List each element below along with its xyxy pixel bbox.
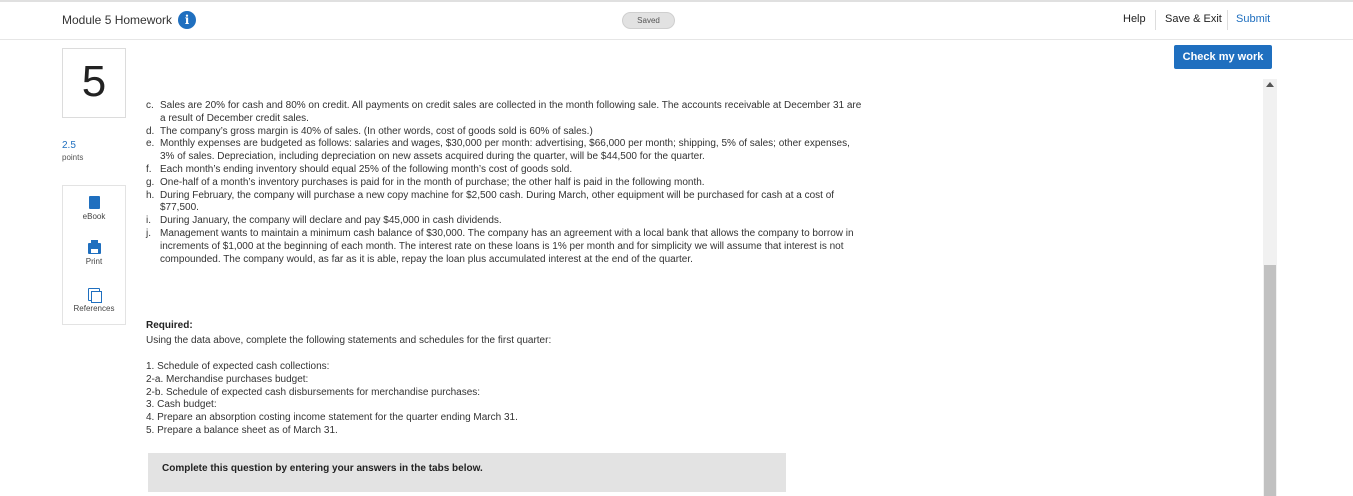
task-item: 3. Cash budget: <box>146 399 217 411</box>
task-item: 5. Prepare a balance sheet as of March 3… <box>146 424 338 436</box>
list-item: e. Monthly expenses are budgeted as follo… <box>146 138 866 164</box>
instruction-text: Complete this question by entering your … <box>162 463 483 474</box>
module-title: Module 5 Homework <box>62 13 173 27</box>
print-tool[interactable]: Print <box>63 240 125 266</box>
header-divider <box>1227 10 1228 30</box>
question-number: 5 <box>81 57 107 106</box>
submit-link[interactable]: Submit <box>1236 13 1270 25</box>
vertical-scrollbar[interactable] <box>1263 79 1277 496</box>
task-item: 2-b. Schedule of expected cash disbursem… <box>146 386 481 398</box>
info-icon[interactable]: i <box>178 11 196 29</box>
save-exit-link[interactable]: Save & Exit <box>1165 13 1222 25</box>
item-text: Management wants to maintain a minimum c… <box>160 227 854 265</box>
task-item: 4. Prepare an absorption costing income … <box>146 412 518 424</box>
item-marker: j. <box>146 227 151 239</box>
tools-panel: eBook Print References <box>62 185 126 325</box>
item-marker: e. <box>146 138 155 150</box>
item-marker: i. <box>146 215 151 227</box>
item-marker: d. <box>146 125 155 137</box>
item-text: One-half of a month’s inventory purchase… <box>160 176 705 188</box>
list-item: g. One-half of a month’s inventory purcha… <box>146 177 866 190</box>
printer-icon <box>87 240 101 254</box>
scroll-up-arrow-icon[interactable] <box>1266 82 1274 87</box>
item-marker: c. <box>146 100 154 111</box>
points-label: points <box>62 153 84 162</box>
print-label: Print <box>85 257 103 266</box>
ebook-label: eBook <box>82 212 106 221</box>
header-divider <box>1155 10 1156 30</box>
item-text: During January, the company will declare… <box>160 215 502 227</box>
check-my-work-button[interactable]: Check my work <box>1174 45 1272 69</box>
saved-status-badge: Saved <box>622 12 675 29</box>
item-marker: g. <box>146 176 155 188</box>
references-label: References <box>73 304 115 313</box>
header-bar: Module 5 Homework i Saved Help Save & Ex… <box>0 2 1353 40</box>
task-list: 1. Schedule of expected cash collections… <box>146 361 518 438</box>
item-marker: f. <box>146 163 152 175</box>
question-content: c. Sales are 20% for cash and 80% on cred… <box>146 100 866 266</box>
question-number-box: 5 <box>62 48 126 118</box>
item-text: Each month’s ending inventory should equ… <box>160 163 573 175</box>
list-item: h. During February, the company will purc… <box>146 190 866 216</box>
list-item: c. Sales are 20% for cash and 80% on cred… <box>146 100 866 126</box>
list-item: j. Management wants to maintain a minimum… <box>146 228 866 266</box>
item-text: Sales are 20% for cash and 80% on credit… <box>160 100 862 124</box>
required-heading: Required: <box>146 320 193 331</box>
help-link[interactable]: Help <box>1123 13 1146 25</box>
item-text: During February, the company will purcha… <box>160 189 835 214</box>
book-icon <box>88 196 100 209</box>
task-item: 2-a. Merchandise purchases budget: <box>146 373 309 385</box>
task-item: 1. Schedule of expected cash collections… <box>146 361 330 372</box>
references-icon <box>88 288 102 303</box>
item-marker: h. <box>146 189 155 201</box>
instruction-banner: Complete this question by entering your … <box>148 453 786 492</box>
ebook-tool[interactable]: eBook <box>63 196 125 221</box>
references-tool[interactable]: References <box>63 288 125 313</box>
scrollbar-thumb[interactable] <box>1264 265 1276 496</box>
list-item: i. During January, the company will decla… <box>146 215 866 228</box>
required-intro: Using the data above, complete the follo… <box>146 335 552 346</box>
points-value: 2.5 <box>62 140 76 151</box>
list-item: f. Each month’s ending inventory should e… <box>146 164 866 177</box>
item-text: The company’s gross margin is 40% of sal… <box>160 125 593 137</box>
list-item: d. The company’s gross margin is 40% of s… <box>146 126 866 139</box>
item-text: Monthly expenses are budgeted as follows… <box>160 138 850 163</box>
